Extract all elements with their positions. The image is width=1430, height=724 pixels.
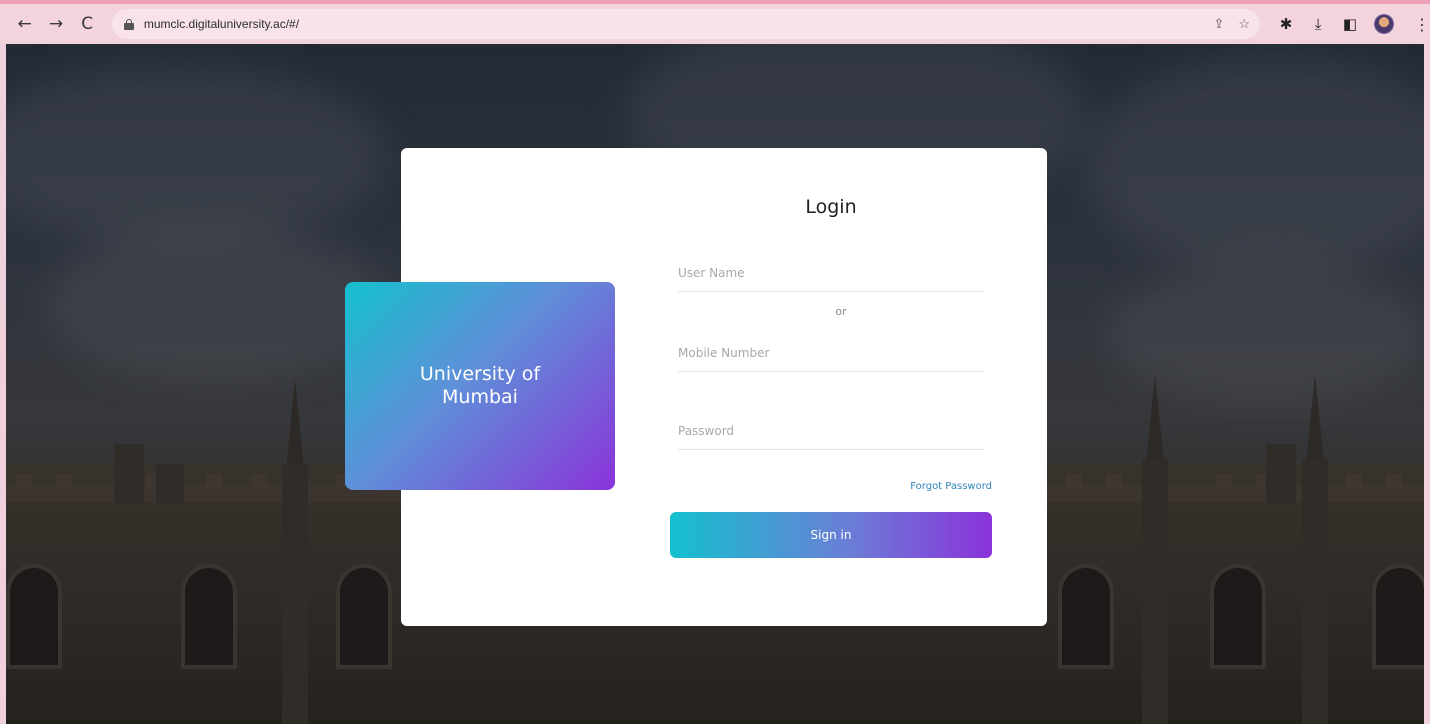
share-icon[interactable]: ⇪ — [1213, 16, 1224, 32]
forward-icon[interactable]: → — [43, 11, 68, 37]
browser-menu-icon[interactable]: ⋮ — [1414, 15, 1430, 34]
username-input[interactable] — [678, 254, 984, 292]
extensions-puzzle-icon[interactable]: ✱ — [1278, 15, 1294, 33]
login-title: Login — [805, 196, 857, 218]
password-input[interactable] — [678, 412, 984, 450]
browser-toolbar: ← → C mumclc.digitaluniversity.ac/#/ ⇪ ☆… — [0, 0, 1430, 44]
back-icon[interactable]: ← — [12, 11, 37, 37]
lock-icon[interactable] — [123, 18, 134, 30]
url-text: mumclc.digitaluniversity.ac/#/ — [143, 17, 300, 31]
profile-avatar[interactable] — [1374, 14, 1395, 34]
sign-in-button[interactable]: Sign in — [670, 512, 992, 558]
address-bar[interactable]: mumclc.digitaluniversity.ac/#/ ⇪ ☆ — [111, 9, 1261, 39]
download-icon[interactable]: ⤓ — [1310, 15, 1326, 33]
side-panel-icon[interactable]: ◧ — [1342, 15, 1358, 33]
mobile-number-input[interactable] — [678, 334, 984, 372]
university-name: University of Mumbai — [419, 363, 541, 408]
forgot-password-link[interactable]: Forgot Password — [880, 481, 992, 492]
university-brand-panel: University of Mumbai — [345, 282, 615, 490]
reload-icon[interactable]: C — [75, 11, 100, 37]
bookmark-star-icon[interactable]: ☆ — [1238, 16, 1250, 32]
or-separator: or — [835, 305, 847, 318]
